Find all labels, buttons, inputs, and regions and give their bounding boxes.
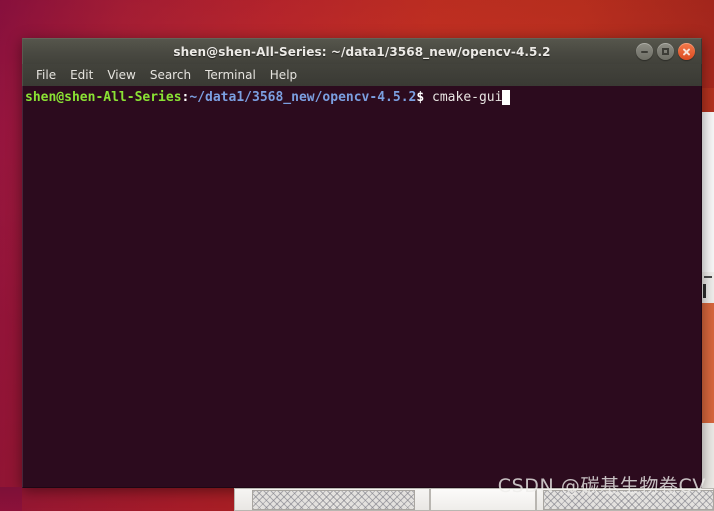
- window-controls: [636, 43, 695, 60]
- menu-item-edit[interactable]: Edit: [63, 67, 100, 83]
- prompt-separator: :: [181, 90, 190, 105]
- maximize-button[interactable]: [657, 43, 674, 60]
- screen: shen@shen-All-Series: ~/data1/3568_new/o…: [0, 0, 714, 511]
- background-windows-bottom: [0, 487, 714, 511]
- menu-item-file[interactable]: File: [29, 67, 63, 83]
- menu-item-help[interactable]: Help: [263, 67, 304, 83]
- right-sliver-tick: [704, 276, 712, 278]
- bottom-window-2[interactable]: [430, 488, 536, 511]
- terminal-cursor: [502, 90, 511, 105]
- close-icon: [682, 47, 691, 56]
- right-sliver-top-segment: [702, 88, 714, 112]
- maximize-icon: [662, 48, 669, 55]
- menu-item-view[interactable]: View: [100, 67, 142, 83]
- minimize-icon: [641, 50, 648, 53]
- terminal-window[interactable]: shen@shen-All-Series: ~/data1/3568_new/o…: [22, 38, 702, 488]
- background-window-right-sliver[interactable]: [701, 88, 714, 489]
- prompt-user-host: shen@shen-All-Series: [25, 90, 182, 105]
- bottom-window-3-hatch-panel: [543, 490, 714, 510]
- menu-item-terminal[interactable]: Terminal: [198, 67, 263, 83]
- terminal-titlebar[interactable]: shen@shen-All-Series: ~/data1/3568_new/o…: [22, 38, 702, 64]
- right-sliver-accent-segment: [702, 303, 714, 423]
- bottom-left-wallpaper-edge: [0, 487, 22, 511]
- terminal-command-input[interactable]: cmake-gui: [424, 89, 502, 106]
- close-button[interactable]: [678, 43, 695, 60]
- right-sliver-mid-segment: [702, 112, 714, 272]
- window-title: shen@shen-All-Series: ~/data1/3568_new/o…: [173, 44, 551, 59]
- terminal-output-area[interactable]: shen@shen-All-Series : ~/data1/3568_new/…: [22, 86, 702, 488]
- prompt-path: ~/data1/3568_new/opencv-4.5.2: [189, 90, 417, 105]
- right-sliver-bottom-segment: [702, 423, 714, 489]
- minimize-button[interactable]: [636, 43, 653, 60]
- right-sliver-tick-2: [703, 284, 706, 298]
- bottom-window-1-hatch-panel: [252, 490, 415, 510]
- terminal-prompt-line: shen@shen-All-Series : ~/data1/3568_new/…: [25, 89, 701, 106]
- menu-item-search[interactable]: Search: [143, 67, 198, 83]
- prompt-sigil: $: [416, 90, 425, 105]
- terminal-menubar: File Edit View Search Terminal Help: [22, 64, 702, 86]
